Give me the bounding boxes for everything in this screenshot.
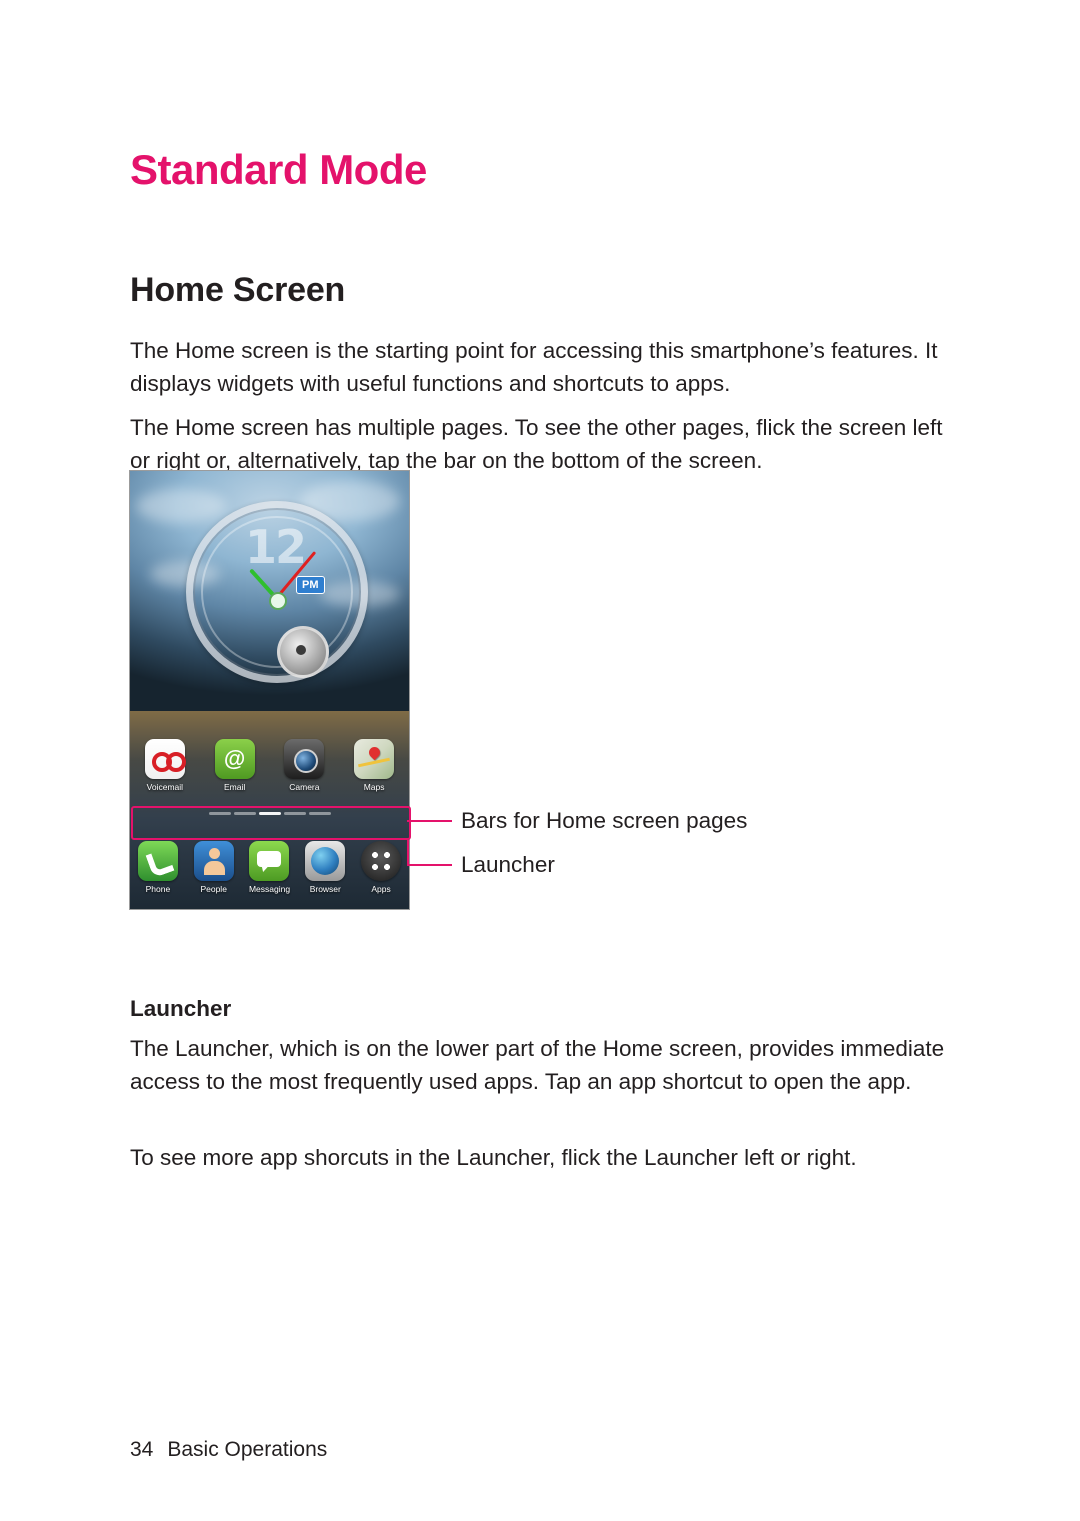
email-icon (214, 739, 255, 779)
home-app-shortcut-row: Voicemail Email Camera Maps (130, 739, 409, 792)
gear-icon (277, 626, 329, 678)
app-label: Phone (145, 884, 171, 894)
footer-page-number: 34 (130, 1438, 154, 1461)
section-heading: Home Screen (130, 271, 346, 310)
clock-hour-marker: 12 (245, 520, 307, 574)
launcher-row: Phone People Messaging Browser Apps (130, 841, 409, 894)
page-bar[interactable] (308, 811, 331, 815)
launcher-item-phone[interactable]: Phone (130, 841, 186, 894)
footer-chapter: Basic Operations (167, 1438, 328, 1461)
app-label: People (200, 884, 227, 894)
maps-icon (354, 739, 395, 779)
callout-label-page-bars: Bars for Home screen pages (461, 808, 748, 833)
paragraph-launcher-description: The Launcher, which is on the lower part… (130, 1035, 945, 1094)
camera-icon (284, 739, 325, 779)
apps-grid-icon (361, 841, 402, 881)
clock-meridiem-badge: PM (296, 576, 325, 594)
paragraph-home-screen-pages: The Home screen has multiple pages. To s… (130, 414, 943, 473)
paragraph-launcher-flick: To see more app shorcuts in the Launcher… (130, 1144, 857, 1170)
page-title: Standard Mode (130, 146, 427, 194)
callout-label-launcher: Launcher (461, 852, 555, 877)
phone-icon (137, 841, 178, 881)
people-icon (193, 841, 234, 881)
app-shortcut-voicemail[interactable]: Voicemail (134, 739, 196, 792)
app-label: Email (223, 782, 246, 792)
launcher-item-messaging[interactable]: Messaging (242, 841, 298, 894)
app-shortcut-maps[interactable]: Maps (343, 739, 405, 792)
page-bar-active[interactable] (258, 811, 281, 815)
app-label: Browser (309, 884, 341, 894)
launcher-item-people[interactable]: People (186, 841, 242, 894)
callout-leader-line (407, 820, 452, 822)
home-page-indicator-bars[interactable] (130, 809, 409, 817)
app-label: Messaging (248, 884, 291, 894)
app-label: Maps (363, 782, 385, 792)
app-label: Apps (371, 884, 391, 894)
messaging-icon (249, 841, 290, 881)
app-label: Voicemail (146, 782, 184, 792)
clock-widget[interactable]: 12 PM (186, 501, 368, 683)
clock-center-pivot (269, 592, 287, 610)
subheading-launcher: Launcher (130, 995, 232, 1021)
app-label: Camera (289, 782, 320, 792)
launcher-item-apps[interactable]: Apps (353, 841, 409, 894)
page-bar[interactable] (283, 811, 306, 815)
callout-leader-tick (407, 840, 409, 865)
callout-leader-line (407, 864, 452, 866)
page-bar[interactable] (233, 811, 256, 815)
cloud-shape (136, 489, 226, 523)
manual-page: Standard Mode Home Screen The Home scree… (0, 0, 1080, 1521)
home-screen-screenshot: 12 PM Voicemail Email Camera Maps (129, 470, 410, 910)
page-footer: 34 Basic Operations (130, 1438, 327, 1462)
browser-icon (305, 841, 346, 881)
app-shortcut-camera[interactable]: Camera (273, 739, 335, 792)
app-shortcut-email[interactable]: Email (204, 739, 266, 792)
voicemail-icon (144, 739, 186, 779)
page-bar[interactable] (208, 811, 231, 815)
launcher-item-browser[interactable]: Browser (297, 841, 353, 894)
paragraph-home-screen-intro: The Home screen is the starting point fo… (130, 337, 938, 396)
